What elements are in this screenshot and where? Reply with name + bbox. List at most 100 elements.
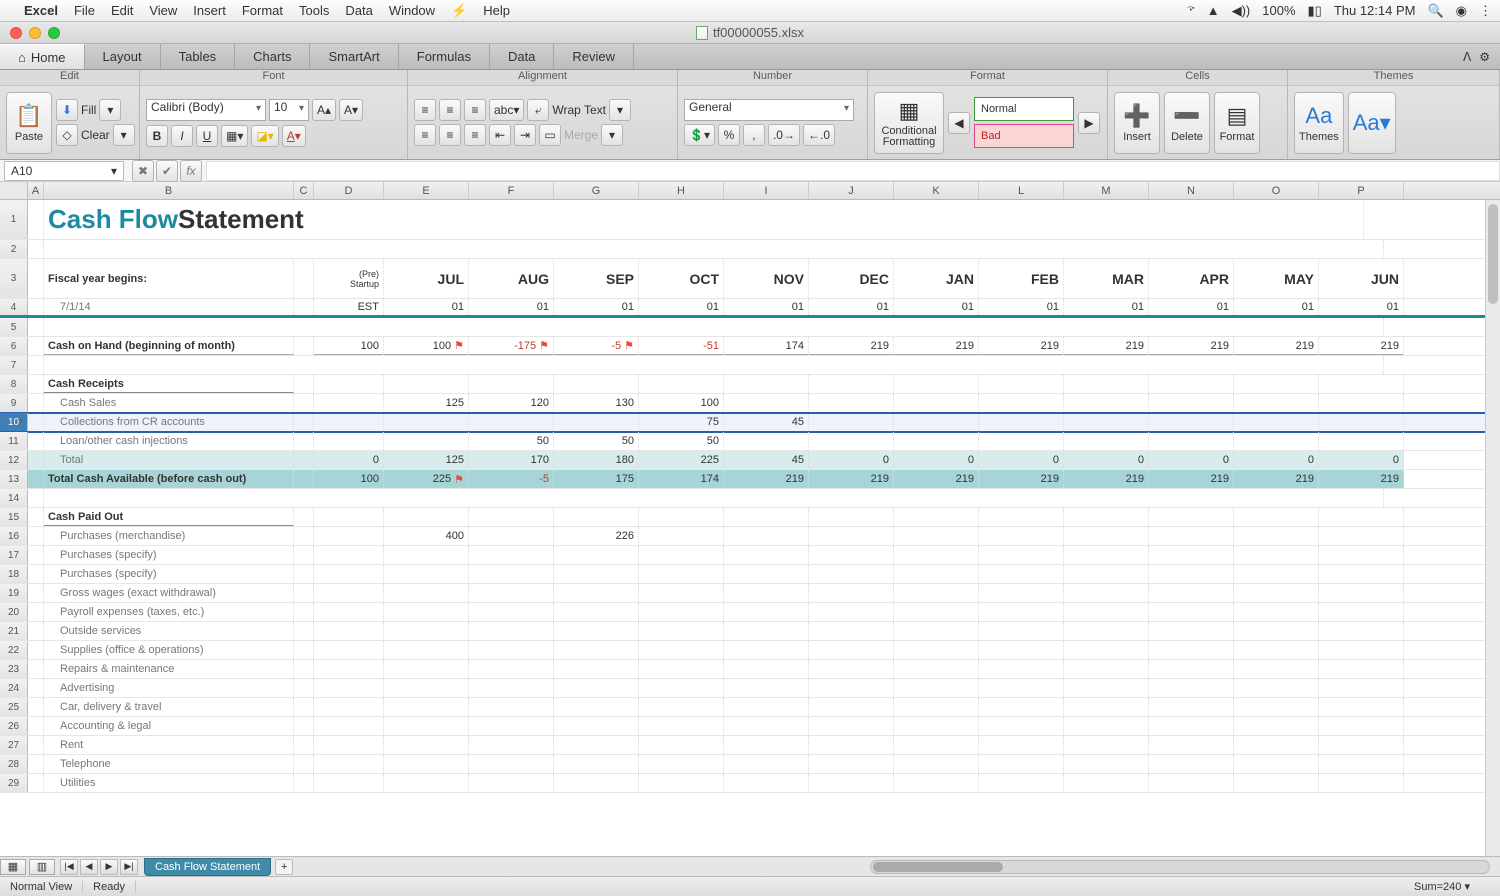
menu-file[interactable]: File	[74, 3, 95, 18]
col-L[interactable]: L	[979, 182, 1064, 199]
cell[interactable]: Rent	[44, 736, 294, 754]
cell[interactable]: JUL	[384, 259, 469, 298]
cell[interactable]	[979, 698, 1064, 716]
cell[interactable]: 0	[1234, 451, 1319, 469]
cell[interactable]	[979, 527, 1064, 545]
cell[interactable]: 219	[979, 337, 1064, 355]
cell[interactable]	[554, 679, 639, 697]
cell[interactable]	[724, 394, 809, 412]
percent-button[interactable]: %	[718, 124, 740, 146]
cell[interactable]: 01	[384, 299, 469, 315]
cell[interactable]: 226	[554, 527, 639, 545]
cell[interactable]: -175⚑	[469, 337, 554, 355]
cell[interactable]	[294, 413, 314, 431]
clear-button[interactable]: ◇	[56, 124, 78, 146]
cell[interactable]	[314, 736, 384, 754]
cell[interactable]: SEP	[554, 259, 639, 298]
cell[interactable]	[469, 774, 554, 792]
siri-icon[interactable]: ◉	[1456, 3, 1467, 19]
cell[interactable]	[314, 584, 384, 602]
cell[interactable]	[1149, 603, 1234, 621]
cell[interactable]: Telephone	[44, 755, 294, 773]
cell[interactable]	[639, 774, 724, 792]
cell[interactable]: 75	[639, 413, 724, 431]
cell[interactable]	[554, 755, 639, 773]
cell[interactable]	[314, 755, 384, 773]
cell[interactable]	[639, 565, 724, 583]
cell[interactable]	[894, 679, 979, 697]
cell[interactable]	[894, 736, 979, 754]
cell[interactable]	[809, 527, 894, 545]
cell[interactable]	[314, 774, 384, 792]
cell[interactable]: Cash Paid Out	[44, 508, 294, 526]
cell[interactable]: (Pre) Startup	[314, 259, 384, 298]
cell[interactable]	[894, 603, 979, 621]
cell[interactable]: OCT	[639, 259, 724, 298]
currency-button[interactable]: 💲▾	[684, 124, 715, 146]
increase-decimal-button[interactable]: .0→	[768, 124, 800, 146]
cell[interactable]: Gross wages (exact withdrawal)	[44, 584, 294, 602]
tab-charts[interactable]: Charts	[235, 44, 310, 69]
cell[interactable]: Total Cash Available (before cash out)	[44, 470, 294, 488]
cell[interactable]	[554, 717, 639, 735]
cell[interactable]: Advertising	[44, 679, 294, 697]
cell[interactable]	[28, 356, 44, 374]
cell[interactable]: 100	[314, 470, 384, 488]
cell[interactable]	[894, 660, 979, 678]
cell[interactable]	[809, 717, 894, 735]
theme-fonts-button[interactable]: Aa▾	[1348, 92, 1396, 154]
cell[interactable]	[294, 394, 314, 412]
cell[interactable]	[1064, 641, 1149, 659]
row-header[interactable]: 1	[0, 200, 28, 239]
cell[interactable]	[294, 736, 314, 754]
italic-button[interactable]: I	[171, 125, 193, 147]
cell[interactable]	[314, 717, 384, 735]
cell[interactable]: 50	[639, 432, 724, 450]
cell[interactable]: EST	[314, 299, 384, 315]
number-format-select[interactable]: General	[684, 99, 854, 121]
cell[interactable]: Purchases (specify)	[44, 546, 294, 564]
menu-insert[interactable]: Insert	[193, 3, 226, 18]
bluetooth-icon[interactable]: ᛫⃕	[1187, 3, 1195, 18]
cell[interactable]: 0	[1319, 451, 1404, 469]
bold-button[interactable]: B	[146, 125, 168, 147]
cell[interactable]: DEC	[809, 259, 894, 298]
cell[interactable]	[294, 660, 314, 678]
tab-home[interactable]: ⌂Home	[0, 44, 85, 69]
cell[interactable]	[1064, 698, 1149, 716]
cell[interactable]	[469, 660, 554, 678]
col-F[interactable]: F	[469, 182, 554, 199]
cell[interactable]	[724, 622, 809, 640]
cell[interactable]	[809, 394, 894, 412]
cell[interactable]	[294, 774, 314, 792]
fx-button[interactable]: fx	[180, 160, 202, 182]
style-bad[interactable]: Bad	[974, 124, 1074, 148]
cell[interactable]: -5	[469, 470, 554, 488]
cell[interactable]	[28, 318, 44, 336]
cell[interactable]	[314, 641, 384, 659]
clock[interactable]: Thu 12:14 PM	[1334, 3, 1416, 18]
spotlight-icon[interactable]: 🔍	[1427, 3, 1443, 19]
cell[interactable]	[979, 717, 1064, 735]
row-header[interactable]: 7	[0, 356, 28, 374]
col-J[interactable]: J	[809, 182, 894, 199]
zoom-button[interactable]	[48, 27, 60, 39]
cell[interactable]: 219	[809, 470, 894, 488]
cell[interactable]	[1319, 660, 1404, 678]
cell[interactable]	[44, 240, 1384, 258]
cell[interactable]	[639, 755, 724, 773]
cell[interactable]	[1149, 679, 1234, 697]
row-header[interactable]: 6	[0, 337, 28, 355]
cell[interactable]	[28, 603, 44, 621]
tab-review[interactable]: Review	[554, 44, 634, 69]
cell[interactable]	[294, 451, 314, 469]
menu-format[interactable]: Format	[242, 3, 283, 18]
cell[interactable]	[979, 622, 1064, 640]
cell[interactable]	[28, 565, 44, 583]
cell[interactable]: Purchases (merchandise)	[44, 527, 294, 545]
menu-edit[interactable]: Edit	[111, 3, 133, 18]
cell[interactable]	[1149, 546, 1234, 564]
cell[interactable]	[384, 584, 469, 602]
cell[interactable]	[314, 679, 384, 697]
cell[interactable]	[384, 698, 469, 716]
